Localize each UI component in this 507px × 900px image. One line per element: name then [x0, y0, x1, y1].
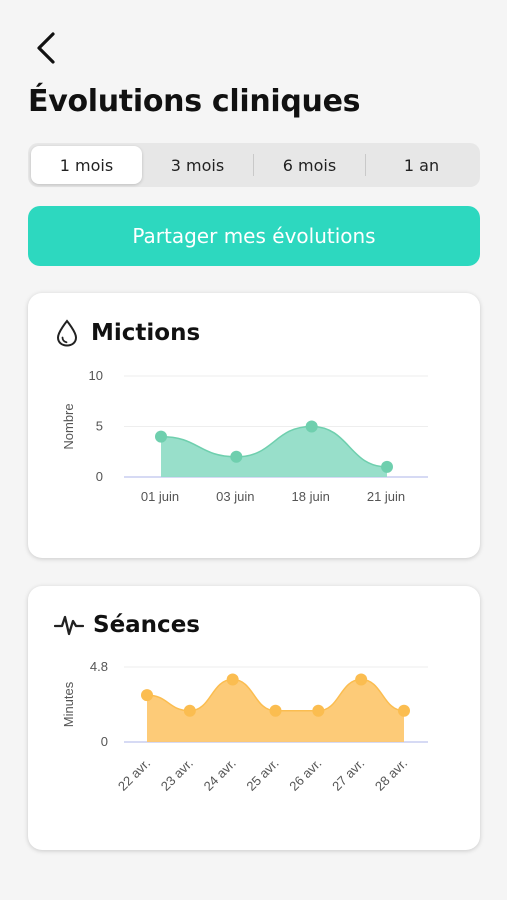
data-point [269, 704, 282, 717]
data-point [155, 430, 167, 443]
data-point [183, 704, 196, 717]
y-tick-label: 0 [96, 469, 103, 484]
x-tick-label: 01 juin [141, 489, 179, 504]
area-fill [161, 426, 387, 477]
data-point [355, 673, 368, 686]
period-selector: 1 mois 3 mois 6 mois 1 an [28, 143, 480, 187]
data-point [305, 420, 318, 433]
data-point [381, 460, 393, 473]
data-point [398, 704, 410, 717]
x-tick-label: 28 avr. [372, 756, 410, 794]
share-button[interactable]: Partager mes évolutions [28, 206, 480, 266]
x-tick-label: 27 avr. [329, 756, 367, 794]
chevron-left-icon [37, 32, 55, 64]
x-tick-label: 25 avr. [243, 756, 281, 794]
tab-3-mois[interactable]: 3 mois [142, 146, 253, 184]
data-point [226, 673, 239, 686]
data-point [141, 689, 153, 702]
back-button[interactable] [26, 28, 66, 68]
x-tick-label: 24 avr. [201, 756, 239, 794]
y-tick-label: 0 [101, 734, 108, 749]
x-tick-label: 03 juin [216, 489, 254, 504]
tab-6-mois[interactable]: 6 mois [254, 146, 365, 184]
y-tick-label: 5 [96, 419, 103, 434]
y-axis-title: Minutes [61, 681, 76, 727]
x-tick-label: 23 avr. [158, 756, 196, 794]
y-tick-label: 10 [89, 368, 103, 383]
seances-card: Séances 0 4.8 Minutes 22 avr. 23 avr. 24 avr.… [28, 586, 480, 850]
page-title: Évolutions cliniques [28, 84, 361, 119]
y-axis-title: Nombre [61, 403, 76, 449]
y-tick-label: 4.8 [90, 659, 108, 674]
tab-1-mois[interactable]: 1 mois [31, 146, 142, 184]
x-tick-label: 26 avr. [286, 756, 324, 794]
x-tick-label: 21 juin [367, 489, 405, 504]
x-tick-label: 18 juin [292, 489, 330, 504]
seances-chart: 04.8Minutes22 avr. 23 avr. 24 avr. 25 avr. 2… [61, 659, 428, 794]
data-point [230, 450, 243, 463]
mictions-chart: 0 5 10 Nombre 01 juin 03 juin 18 juin 21 juin [61, 368, 428, 504]
tab-1-an[interactable]: 1 an [366, 146, 477, 184]
mictions-card: Mictions 0 5 10 Nombre 01 juin 03 juin 18 juin… [28, 293, 480, 558]
data-point [312, 704, 325, 717]
x-tick-label: 22 avr. [115, 756, 153, 794]
